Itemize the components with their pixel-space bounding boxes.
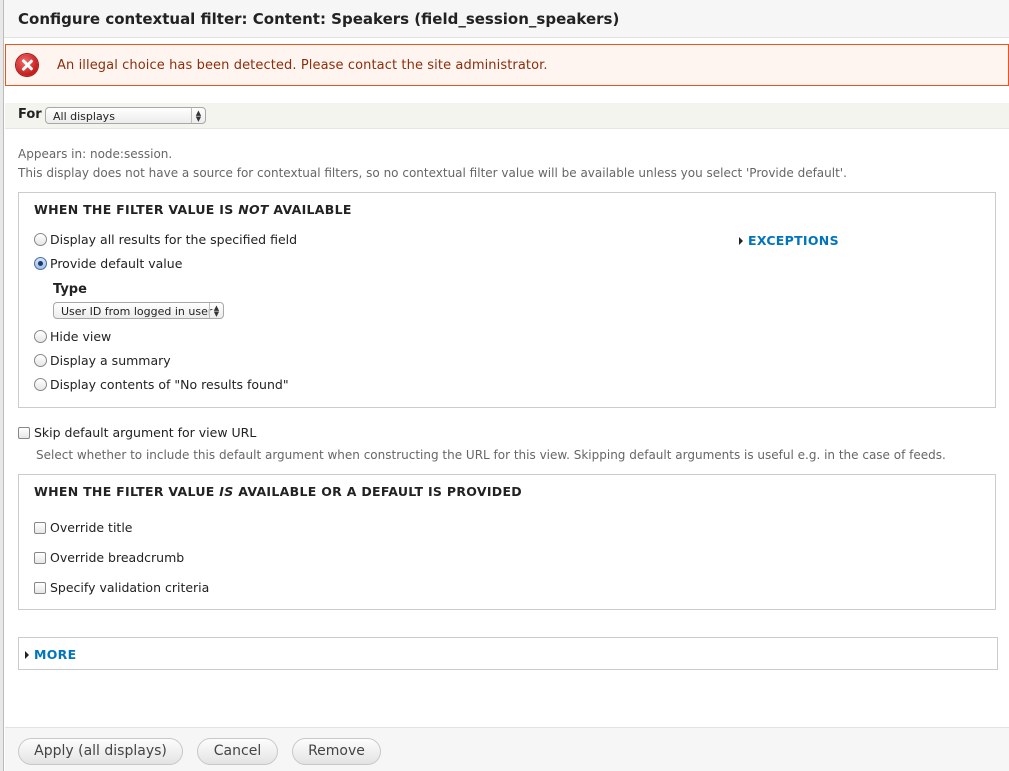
option-hide-view[interactable]: Hide view	[34, 329, 111, 344]
default-type-value: User ID from logged in user	[61, 305, 213, 318]
select-arrows-icon: ▲ ▼	[191, 108, 205, 123]
triangle-right-icon	[25, 651, 29, 659]
filter-is-available-fieldset: WHEN THE FILTER VALUE IS AVAILABLE OR A …	[18, 474, 996, 610]
option-no-results[interactable]: Display contents of "No results found"	[34, 377, 289, 392]
skip-default-row[interactable]: Skip default argument for view URL	[18, 425, 256, 440]
option-display-summary[interactable]: Display a summary	[34, 353, 171, 368]
skip-default-label: Skip default argument for view URL	[34, 425, 257, 440]
select-arrows-icon: ▲ ▼	[209, 303, 223, 318]
not-available-legend: WHEN THE FILTER VALUE IS NOT AVAILABLE	[34, 202, 352, 217]
triangle-right-icon	[739, 237, 743, 245]
override-breadcrumb-checkbox[interactable]	[34, 552, 46, 564]
option-provide-default[interactable]: Provide default value	[34, 256, 182, 271]
override-title-row[interactable]: Override title	[34, 520, 133, 535]
radio-provide-default[interactable]	[34, 257, 47, 270]
error-message-text: An illegal choice has been detected. Ple…	[57, 58, 548, 73]
exceptions-toggle[interactable]: EXCEPTIONS	[739, 233, 839, 248]
type-label: Type	[53, 282, 87, 297]
skip-default-checkbox[interactable]	[18, 427, 30, 439]
option-display-all[interactable]: Display all results for the specified fi…	[34, 232, 297, 247]
display-select[interactable]: All displays ▲ ▼	[45, 107, 206, 124]
error-icon	[16, 54, 38, 76]
radio-display-all[interactable]	[34, 233, 47, 246]
radio-display-summary[interactable]	[34, 354, 47, 367]
validation-criteria-checkbox[interactable]	[34, 582, 46, 594]
more-toggle[interactable]: MORE	[25, 647, 76, 662]
appears-in-text: Appears in: node:session.	[18, 147, 173, 161]
filter-not-available-fieldset: WHEN THE FILTER VALUE IS NOT AVAILABLE D…	[18, 192, 996, 408]
dialog-title: Configure contextual filter: Content: Sp…	[4, 0, 1009, 38]
radio-hide-view[interactable]	[34, 330, 47, 343]
dialog-footer: Apply (all displays) Cancel Remove	[5, 727, 1009, 771]
no-source-notice: This display does not have a source for …	[18, 166, 847, 180]
cancel-button[interactable]: Cancel	[197, 738, 278, 765]
is-available-legend: WHEN THE FILTER VALUE IS AVAILABLE OR A …	[34, 484, 522, 499]
override-breadcrumb-row[interactable]: Override breadcrumb	[34, 550, 184, 565]
skip-default-description: Select whether to include this default a…	[36, 448, 946, 462]
for-label: For	[18, 107, 42, 122]
error-message: An illegal choice has been detected. Ple…	[5, 44, 1009, 86]
display-override-bar: For All displays ▲ ▼	[5, 103, 1009, 129]
configure-filter-dialog: Configure contextual filter: Content: Sp…	[3, 0, 1009, 771]
override-title-checkbox[interactable]	[34, 522, 46, 534]
apply-button[interactable]: Apply (all displays)	[18, 738, 183, 765]
display-select-value: All displays	[53, 110, 115, 123]
remove-button[interactable]: Remove	[292, 738, 381, 765]
validation-criteria-row[interactable]: Specify validation criteria	[34, 580, 209, 595]
more-fieldset: MORE	[18, 637, 998, 670]
default-type-select[interactable]: User ID from logged in user ▲ ▼	[53, 302, 224, 319]
radio-no-results[interactable]	[34, 378, 47, 391]
